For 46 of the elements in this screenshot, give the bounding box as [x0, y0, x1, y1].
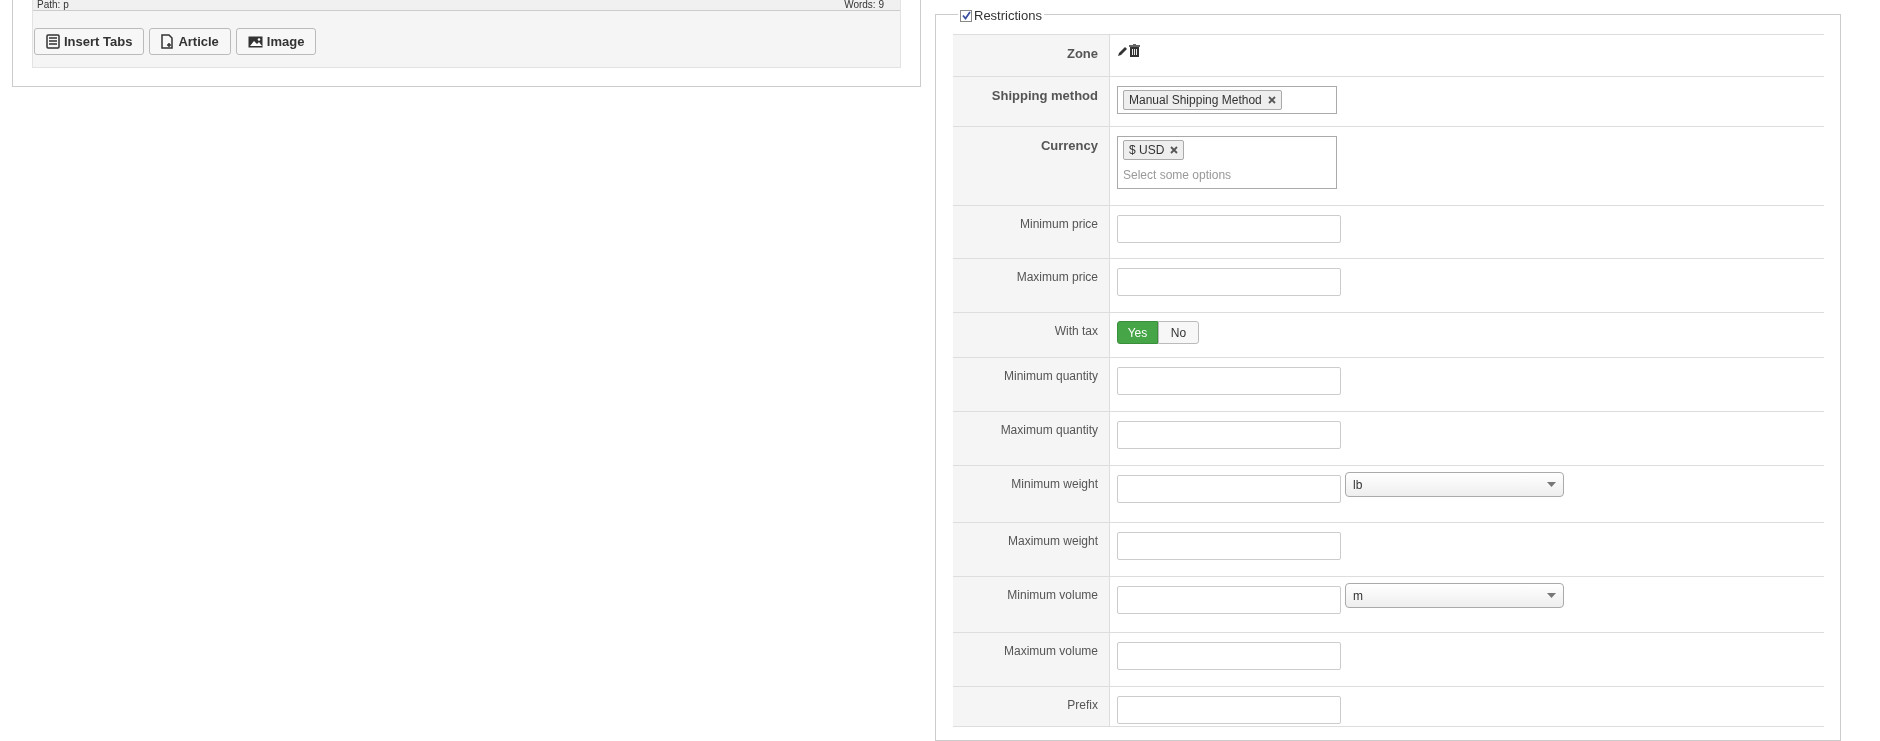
delete-icon[interactable] — [1129, 44, 1140, 57]
path-label: Path: p — [37, 0, 69, 10]
field-label: Shipping method — [991, 87, 1098, 105]
field-label: Minimum price — [1020, 216, 1098, 233]
field-label: Prefix — [1067, 697, 1098, 714]
toolbar-button[interactable]: Insert Tabs — [34, 28, 145, 55]
field-label: Minimum quantity — [1003, 368, 1098, 385]
restrictions-checkbox[interactable] — [960, 9, 972, 22]
list-icon — [46, 34, 60, 49]
field-label: Maximum volume — [1003, 643, 1098, 660]
field-label: Minimum weight — [1011, 476, 1098, 493]
toolbar-button[interactable]: Article — [149, 28, 231, 55]
caret-icon — [1547, 482, 1556, 487]
selected-tag: $ USD — [1123, 140, 1185, 160]
text-field[interactable] — [1117, 268, 1341, 296]
unit-dropdown[interactable]: lb — [1345, 472, 1564, 497]
close-icon[interactable] — [1170, 146, 1179, 154]
field-label: With tax — [1054, 323, 1098, 340]
unit-dropdown[interactable]: m — [1345, 583, 1564, 608]
placeholder-text: Select some options — [1123, 167, 1233, 184]
text-field[interactable] — [1117, 475, 1341, 503]
word-count: Words: 9 — [844, 0, 884, 10]
toggle-option[interactable]: No — [1158, 321, 1199, 344]
field-label: Minimum volume — [1007, 587, 1098, 604]
field-label: Zone — [1066, 45, 1098, 63]
document-icon — [161, 34, 175, 49]
field-label: Maximum quantity — [1000, 422, 1098, 439]
text-field[interactable] — [1117, 367, 1341, 395]
selected-tag: Manual Shipping Method — [1123, 90, 1282, 110]
text-field[interactable] — [1117, 421, 1341, 449]
section-legend: Restrictions — [974, 6, 1042, 26]
close-icon[interactable] — [1267, 96, 1276, 104]
text-field[interactable] — [1117, 696, 1341, 724]
multiselect-field[interactable]: $ USD Select some options — [1117, 136, 1337, 189]
field-label: Maximum weight — [1007, 533, 1098, 550]
text-field[interactable] — [1117, 642, 1341, 670]
multiselect-field[interactable]: Manual Shipping Method — [1117, 86, 1337, 114]
text-field[interactable] — [1117, 215, 1341, 243]
field-label: Maximum price — [1016, 269, 1098, 286]
toolbar-button[interactable]: Image — [235, 28, 317, 55]
field-label: Currency — [1040, 137, 1098, 155]
image-icon — [247, 35, 263, 48]
caret-icon — [1547, 593, 1556, 598]
text-field[interactable] — [1117, 586, 1341, 614]
edit-icon[interactable] — [1117, 45, 1129, 57]
text-field[interactable] — [1117, 532, 1341, 560]
